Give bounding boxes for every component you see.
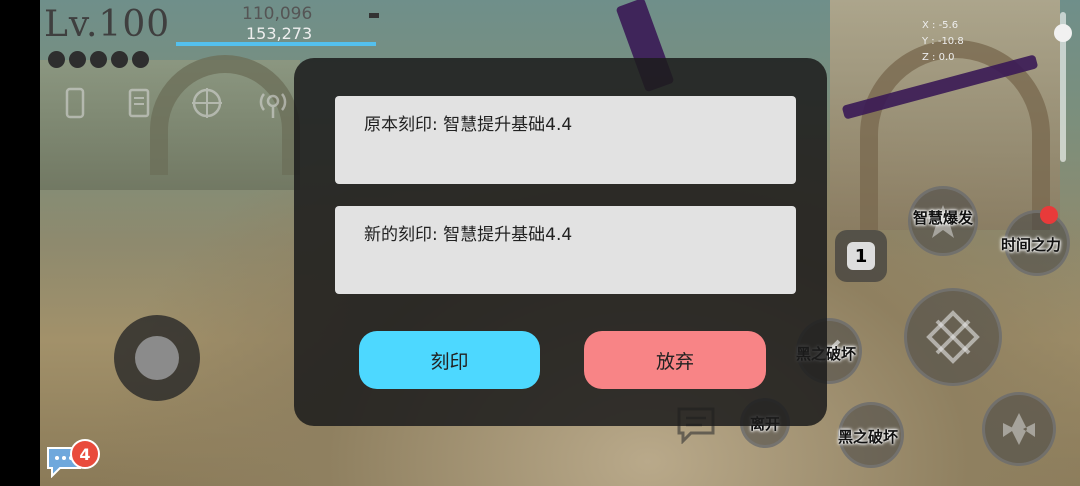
coord-z: Z : 0.0 — [922, 52, 955, 63]
original-engraving-text: 原本刻印: 智慧提升基础4.4 — [364, 115, 573, 135]
ring-count: 1 — [847, 242, 875, 270]
hp-bar-marker — [369, 13, 379, 18]
coordinates-readout: X : -5.6 Y : -10.8 Z : 0.0 — [922, 18, 964, 66]
energy-orbs — [48, 51, 149, 68]
coord-y: Y : -10.8 — [922, 36, 964, 47]
crosshair-icon[interactable] — [190, 86, 224, 120]
chat-unread-badge: 4 — [70, 439, 100, 469]
skill-black-break-2-label: 黑之破坏 — [838, 428, 899, 446]
movement-joystick[interactable] — [114, 315, 200, 401]
level-label: Lv.100 — [44, 4, 171, 45]
energy-orb — [69, 51, 86, 68]
energy-orb — [111, 51, 128, 68]
wing-emblem-icon — [1003, 413, 1035, 445]
hp-bar — [176, 42, 376, 46]
ring-counter[interactable]: 1 — [835, 230, 887, 282]
new-engraving-panel: 新的刻印: 智慧提升基础4.4 — [335, 206, 796, 294]
engrave-dialog: 原本刻印: 智慧提升基础4.4 新的刻印: 智慧提升基础4.4 刻印 放弃 — [294, 58, 827, 426]
crossed-swords-icon — [926, 310, 980, 364]
energy-orb — [48, 51, 65, 68]
skill-ultimate[interactable] — [982, 392, 1056, 466]
camera-zoom-thumb[interactable] — [1054, 24, 1072, 42]
skill-time-power-label: 时间之力 — [1001, 236, 1062, 254]
skill-wisdom-burst-label: 智慧爆发 — [913, 209, 974, 227]
skill-main-attack[interactable] — [904, 288, 1002, 386]
original-engraving-panel: 原本刻印: 智慧提升基础4.4 — [335, 96, 796, 184]
hp-max: 153,273 — [246, 24, 313, 43]
phone-icon[interactable] — [58, 86, 92, 120]
joystick-knob[interactable] — [135, 336, 179, 380]
energy-orb — [90, 51, 107, 68]
screen-cutout-bar — [0, 0, 40, 486]
broadcast-icon[interactable] — [256, 86, 290, 120]
engrave-button[interactable]: 刻印 — [359, 331, 540, 389]
hp-current: 110,096 — [242, 4, 313, 24]
energy-orb — [132, 51, 149, 68]
new-engraving-text: 新的刻印: 智慧提升基础4.4 — [364, 225, 573, 245]
game-scene[interactable]: Lv.100 110,096 153,273 X : -5.6 Y : -10.… — [0, 0, 1080, 486]
discard-button[interactable]: 放弃 — [584, 331, 766, 389]
coord-x: X : -5.6 — [922, 20, 959, 31]
alert-dot-icon — [1040, 206, 1058, 224]
scroll-icon[interactable] — [122, 86, 156, 120]
